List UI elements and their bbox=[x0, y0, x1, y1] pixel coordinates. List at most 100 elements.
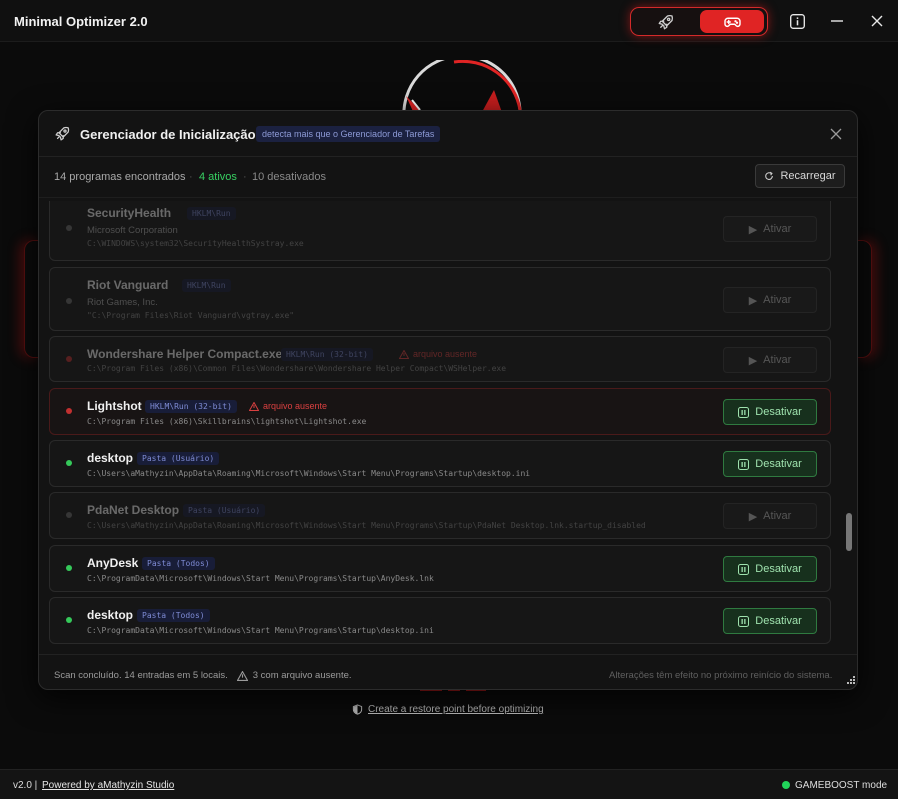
program-path: C:\ProgramData\Microsoft\Windows\Start M… bbox=[87, 574, 434, 583]
resize-grip-icon[interactable] bbox=[845, 676, 855, 686]
close-window-button[interactable] bbox=[867, 11, 887, 31]
gamepad-icon bbox=[723, 17, 741, 27]
summary-bar: 14 programas encontrados · 4 ativos · 10… bbox=[39, 158, 857, 198]
program-path: C:\Program Files (x86)\Skillbrains\light… bbox=[87, 417, 367, 426]
status-dot bbox=[66, 298, 72, 304]
location-tag: Pasta (Todos) bbox=[142, 557, 215, 570]
missing-count: 3 com arquivo ausente. bbox=[252, 670, 352, 681]
program-path: C:\WINDOWS\system32\SecurityHealthSystra… bbox=[87, 239, 304, 248]
reload-label: Recarregar bbox=[780, 170, 836, 182]
title-bar: Minimal Optimizer 2.0 bbox=[0, 0, 898, 42]
program-path: C:\Users\aMathyzin\AppData\Roaming\Micro… bbox=[87, 469, 531, 478]
disable-button[interactable]: Desativar bbox=[723, 451, 817, 477]
list-item: desktop Pasta (Usuário) C:\Users\aMathyz… bbox=[49, 440, 831, 487]
warning-label: arquivo ausente bbox=[413, 349, 478, 359]
status-dot bbox=[66, 512, 72, 518]
minimize-icon bbox=[831, 20, 843, 22]
publisher-label: Riot Games, Inc. bbox=[87, 297, 158, 308]
disable-button[interactable]: Desativar bbox=[723, 556, 817, 582]
rocket-icon bbox=[55, 126, 70, 141]
program-name: Wondershare Helper Compact.exe bbox=[87, 347, 283, 361]
status-dot bbox=[66, 356, 72, 362]
location-tag: HKLM\Run (32-bit) bbox=[145, 400, 237, 413]
program-path: C:\Users\aMathyzin\AppData\Roaming\Micro… bbox=[87, 521, 646, 530]
status-dot bbox=[66, 565, 72, 571]
program-path: "C:\Program Files\Riot Vanguard\vgtray.e… bbox=[87, 311, 295, 320]
powered-by-link[interactable]: Powered by aMathyzin Studio bbox=[42, 780, 174, 791]
restore-point-link[interactable]: Create a restore point before optimizing bbox=[352, 704, 544, 715]
location-tag: HKLM\Run bbox=[182, 279, 231, 292]
action-label: Desativar bbox=[755, 406, 802, 418]
play-icon: ▶ bbox=[748, 223, 758, 236]
action-label: Ativar bbox=[763, 510, 792, 522]
warning-icon bbox=[399, 349, 409, 359]
disabled-count: 10 desativados bbox=[252, 171, 326, 183]
close-icon bbox=[871, 15, 883, 27]
mode-status-label: GAMEBOOST mode bbox=[795, 780, 888, 791]
publisher-label: Microsoft Corporation bbox=[87, 225, 178, 236]
enable-button[interactable]: ▶ Ativar bbox=[723, 287, 817, 313]
play-icon: ▶ bbox=[748, 510, 758, 523]
mode-switch[interactable] bbox=[630, 7, 768, 36]
dialog-info-badge: detecta mais que o Gerenciador de Tarefa… bbox=[256, 126, 441, 142]
scan-summary: Scan concluído. 14 entradas em 5 locais. bbox=[54, 670, 228, 681]
pause-icon bbox=[738, 458, 750, 470]
status-dot bbox=[66, 460, 72, 466]
list-item: PdaNet Desktop Pasta (Usuário) C:\Users\… bbox=[49, 492, 831, 539]
list-item: Riot Vanguard HKLM\Run Riot Games, Inc. … bbox=[49, 267, 831, 331]
reload-button[interactable]: Recarregar bbox=[755, 164, 845, 188]
list-item: desktop Pasta (Todos) C:\ProgramData\Mic… bbox=[49, 597, 831, 644]
scrollbar-thumb[interactable] bbox=[846, 513, 852, 551]
warning-icon bbox=[236, 670, 248, 681]
restore-point-label: Create a restore point before optimizing bbox=[368, 704, 544, 715]
list-item: Wondershare Helper Compact.exe HKLM\Run … bbox=[49, 336, 831, 382]
warning-label: arquivo ausente bbox=[263, 401, 328, 411]
minimize-button[interactable] bbox=[827, 11, 847, 31]
program-name: Lightshot bbox=[87, 399, 142, 413]
enable-button[interactable]: ▶ Ativar bbox=[723, 216, 817, 242]
play-icon: ▶ bbox=[748, 294, 758, 307]
dialog-header: Gerenciador de Inicialização detecta mai… bbox=[39, 111, 857, 157]
program-name: desktop bbox=[87, 451, 134, 465]
close-icon[interactable] bbox=[829, 127, 843, 141]
location-tag: HKLM\Run bbox=[187, 207, 236, 220]
play-icon: ▶ bbox=[748, 354, 758, 367]
location-tag: Pasta (Todos) bbox=[137, 609, 210, 622]
restart-note: Alterações têm efeito no próximo reiníci… bbox=[609, 670, 833, 681]
program-name: AnyDesk bbox=[87, 556, 139, 570]
disable-button[interactable]: Desativar bbox=[723, 608, 817, 634]
missing-file-warning: arquivo ausente bbox=[399, 349, 477, 359]
programs-found-count: 14 programas encontrados bbox=[54, 171, 186, 183]
rocket-icon bbox=[658, 14, 674, 29]
background-card-edge bbox=[856, 240, 872, 358]
startup-list[interactable]: SecurityHealth HKLM\Run Microsoft Corpor… bbox=[49, 201, 847, 647]
program-name: desktop bbox=[87, 608, 134, 622]
action-label: Desativar bbox=[755, 563, 802, 575]
info-button[interactable] bbox=[787, 11, 807, 31]
shield-icon bbox=[352, 704, 363, 715]
status-dot bbox=[66, 408, 72, 414]
status-bar: v2.0 | Powered by aMathyzin Studio GAMEB… bbox=[0, 769, 898, 799]
scrollbar[interactable] bbox=[845, 201, 853, 647]
program-name: SecurityHealth bbox=[87, 206, 172, 220]
pause-icon bbox=[738, 406, 750, 418]
disable-button[interactable]: Desativar bbox=[723, 399, 817, 425]
dialog-footer: Scan concluído. 14 entradas em 5 locais.… bbox=[39, 654, 857, 690]
action-label: Ativar bbox=[763, 354, 792, 366]
location-tag: Pasta (Usuário) bbox=[183, 504, 266, 517]
app-title: Minimal Optimizer 2.0 bbox=[14, 14, 148, 29]
pause-icon bbox=[738, 615, 750, 627]
enable-button[interactable]: ▶ Ativar bbox=[723, 503, 817, 529]
enable-button[interactable]: ▶ Ativar bbox=[723, 347, 817, 373]
action-label: Desativar bbox=[755, 615, 802, 627]
gameboost-mode-button[interactable] bbox=[700, 10, 764, 33]
action-label: Ativar bbox=[763, 223, 792, 235]
version-label: v2.0 | bbox=[13, 780, 38, 791]
program-name: Riot Vanguard bbox=[87, 278, 169, 292]
status-dot bbox=[66, 225, 72, 231]
list-item: SecurityHealth HKLM\Run Microsoft Corpor… bbox=[49, 201, 831, 261]
location-tag: Pasta (Usuário) bbox=[137, 452, 220, 465]
scan-status: Scan concluído. 14 entradas em 5 locais.… bbox=[54, 670, 352, 681]
warning-icon bbox=[249, 401, 259, 411]
rocket-mode-button[interactable] bbox=[634, 10, 698, 33]
